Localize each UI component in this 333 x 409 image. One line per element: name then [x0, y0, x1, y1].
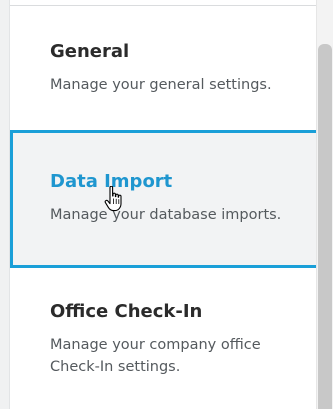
settings-item-title: Office Check-In [50, 301, 203, 322]
settings-item-data-import[interactable]: Data Import Manage your database imports… [10, 130, 321, 268]
top-divider [10, 5, 322, 6]
left-panel-edge [0, 0, 10, 409]
scrollbar-thumb[interactable] [318, 44, 332, 409]
settings-item-title: General [50, 41, 130, 62]
settings-panel: General Manage your general settings. Da… [0, 0, 333, 409]
settings-item-description: Manage your database imports. [50, 207, 282, 223]
settings-item-general[interactable]: General Manage your general settings. [10, 28, 321, 128]
settings-item-office-check-in[interactable]: Office Check-In Manage your company offi… [10, 280, 321, 400]
settings-item-title: Data Import [50, 171, 173, 192]
settings-item-description: Manage your general settings. [50, 77, 272, 93]
settings-item-description: Manage your company office Check-In sett… [50, 337, 261, 375]
